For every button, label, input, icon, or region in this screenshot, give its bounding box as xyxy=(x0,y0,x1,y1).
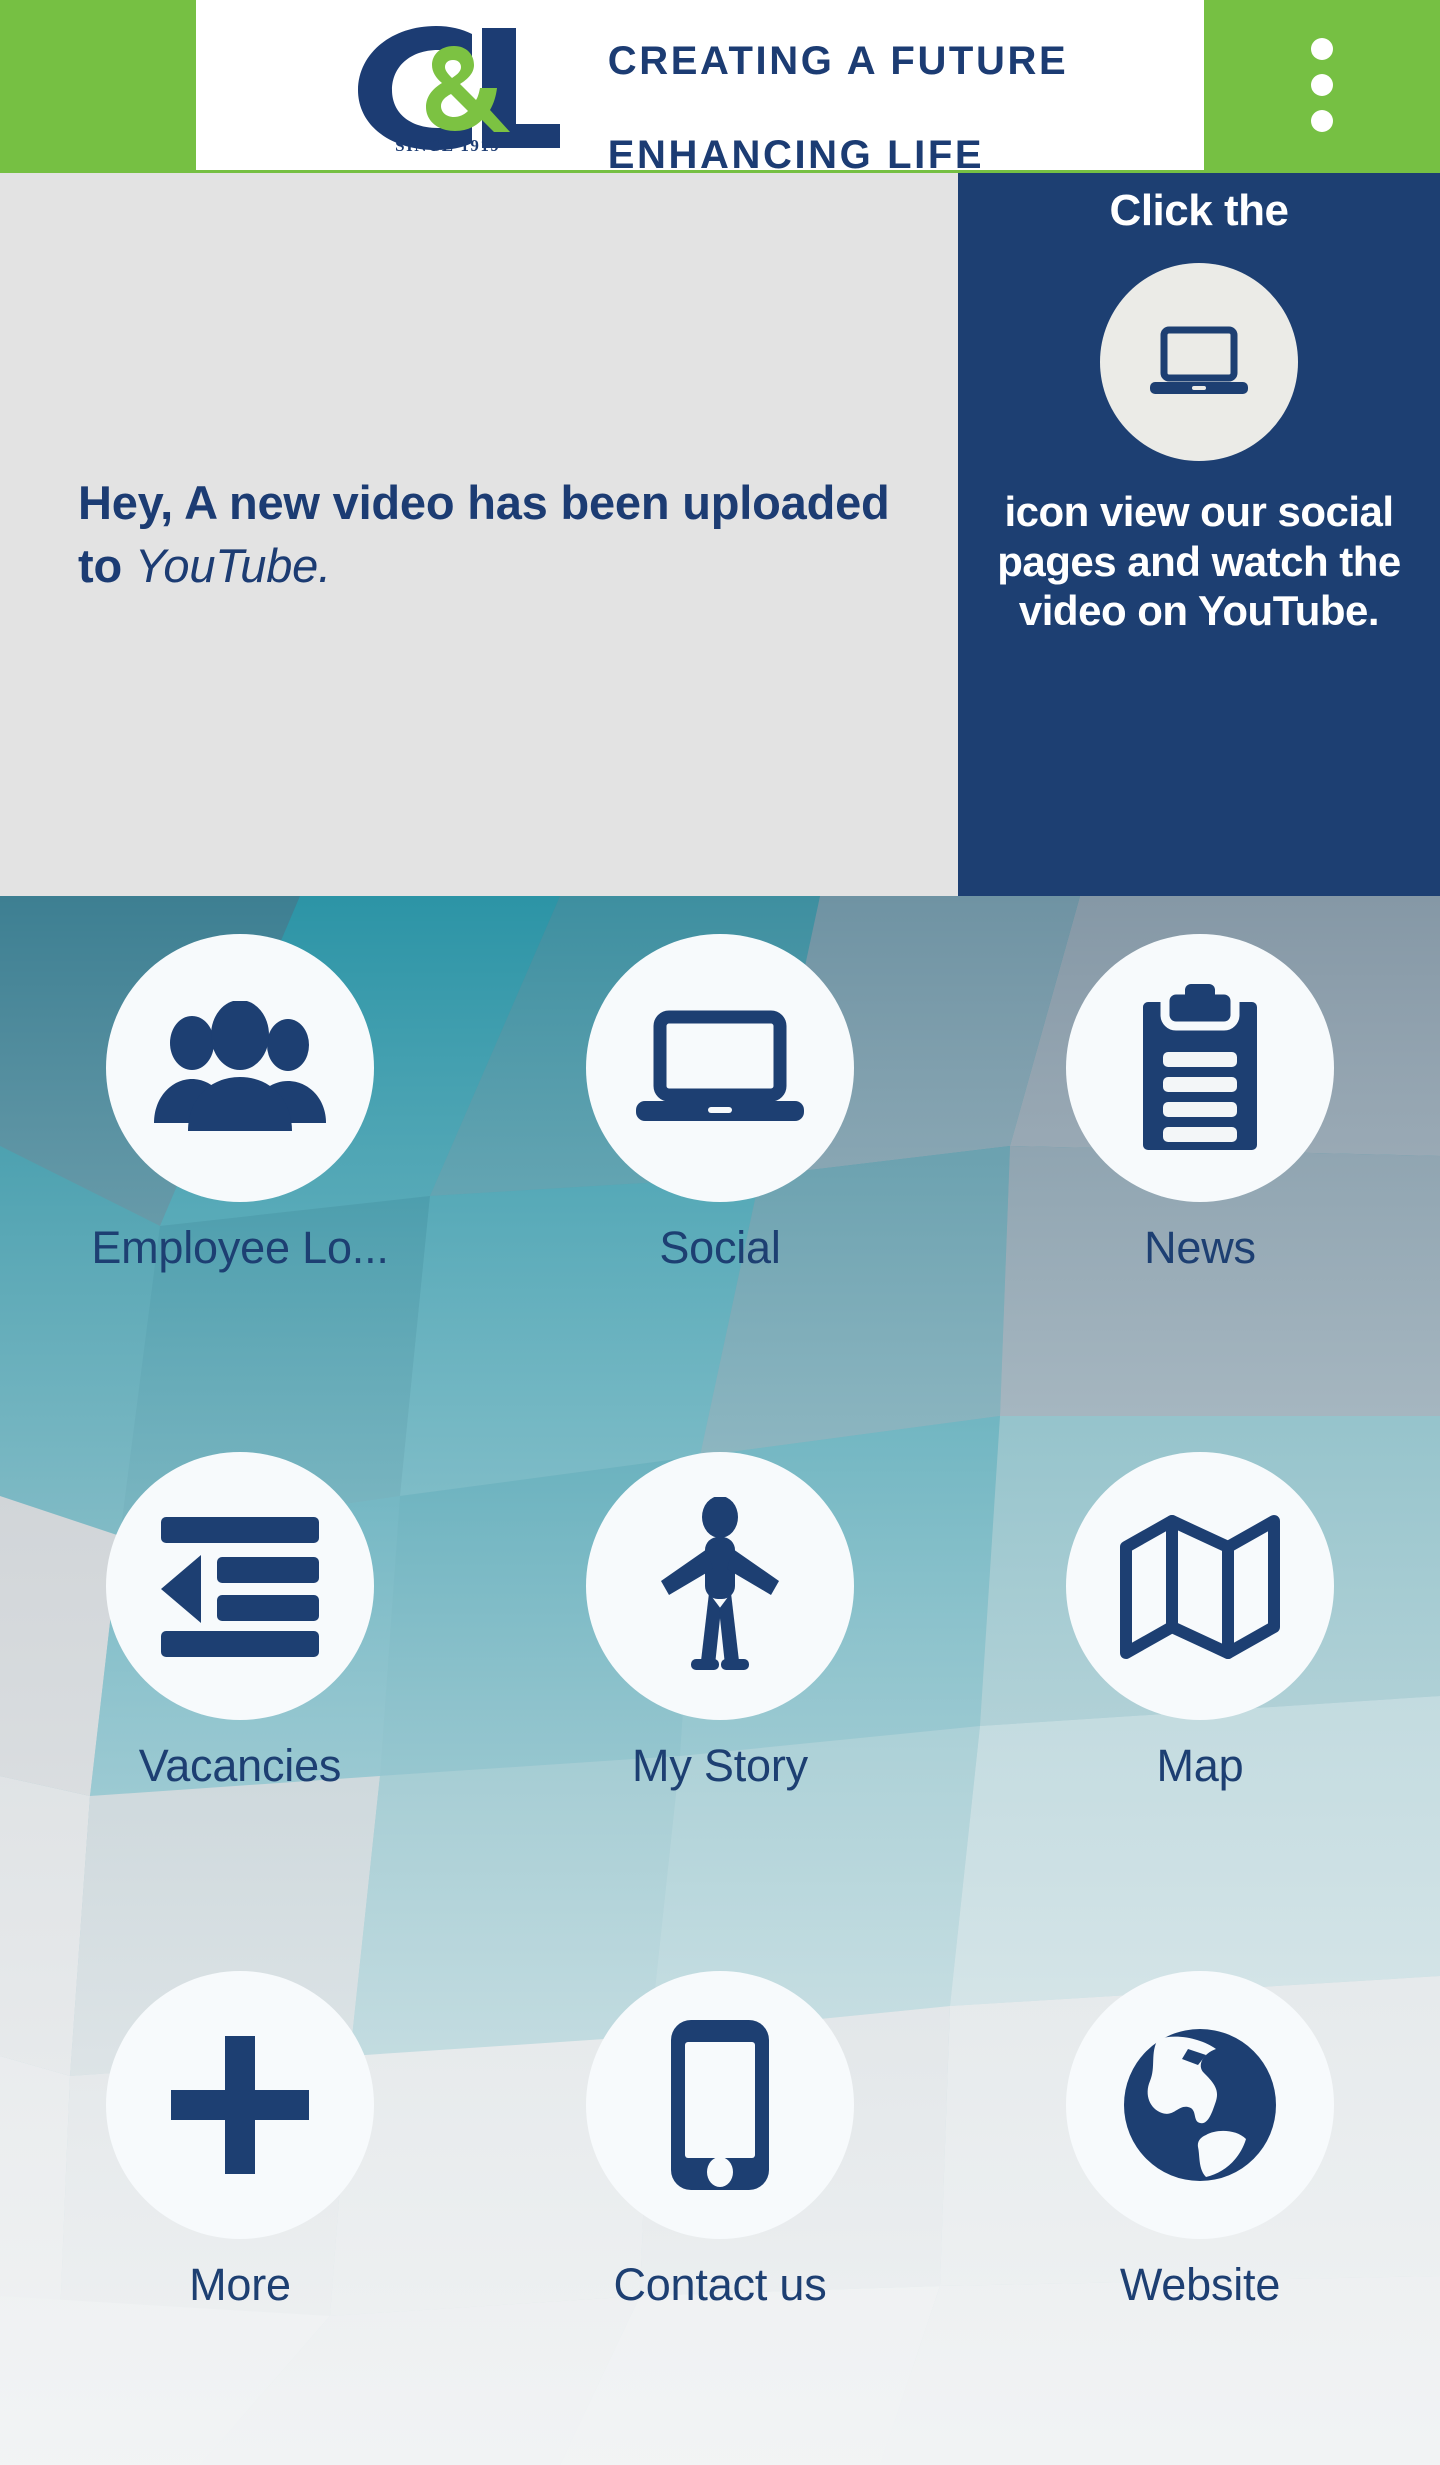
menu-tile-label: Employee Lo... xyxy=(91,1222,389,1273)
promo-top-text: Click the xyxy=(1109,186,1289,235)
tile-icon-wrap xyxy=(586,1970,854,2239)
menu-grid-area: Employee Lo... Social News Vacancies My … xyxy=(0,896,1440,2465)
carousel-message: Hey, A new video has been uploaded to Yo… xyxy=(0,472,958,596)
menu-tile-label: Contact us xyxy=(613,2258,827,2310)
tile-icon-wrap xyxy=(106,1452,374,1721)
overflow-menu-icon xyxy=(1311,38,1333,60)
menu-tile-label: Map xyxy=(1156,1740,1244,1792)
company-logo: SINCE 1919 xyxy=(332,10,564,160)
mobile-phone-icon xyxy=(665,2016,775,2194)
promo-bottom-text: icon view our social pages and watch the… xyxy=(997,488,1401,635)
promo-panel: Click the icon view our social pages and… xyxy=(958,173,1440,896)
tile-icon-wrap xyxy=(1066,1452,1334,1721)
tagline-line-1: CREATING A FUTURE xyxy=(607,38,1069,83)
menu-tile-label: Vacancies xyxy=(138,1740,342,1792)
app-header: SINCE 1919 CREATING A FUTURE ENHANCING L… xyxy=(0,0,1440,177)
carousel-message-brand: YouTube. xyxy=(134,538,331,592)
menu-tile-contact-us[interactable]: Contact us xyxy=(480,1947,960,2465)
tagline-line-2: ENHANCING LIFE xyxy=(607,133,985,178)
promo-banner: Hey, A new video has been uploaded to Yo… xyxy=(0,173,1440,993)
logo-plate: SINCE 1919 CREATING A FUTURE ENHANCING L… xyxy=(196,0,1204,177)
plus-icon xyxy=(165,2030,315,2180)
menu-tile-employee-login[interactable]: Employee Lo... xyxy=(0,910,480,1428)
menu-tile-website[interactable]: Website xyxy=(960,1947,1440,2465)
menu-tile-map[interactable]: Map xyxy=(960,1428,1440,1946)
logo-since-text: SINCE 1919 xyxy=(395,136,501,155)
tile-icon-wrap xyxy=(106,934,374,1202)
menu-tile-label: News xyxy=(1144,1222,1256,1273)
person-standing-icon xyxy=(645,1497,795,1675)
overflow-menu-icon xyxy=(1311,74,1333,96)
indent-decrease-icon xyxy=(155,1511,325,1661)
laptop-icon xyxy=(630,1003,810,1133)
carousel-slide[interactable]: Hey, A new video has been uploaded to Yo… xyxy=(0,173,958,896)
tile-icon-wrap xyxy=(106,1970,374,2239)
people-group-icon xyxy=(150,1000,330,1136)
menu-tile-label: More xyxy=(189,2258,291,2310)
laptop-icon xyxy=(1144,320,1254,404)
menu-tile-more[interactable]: More xyxy=(0,1947,480,2465)
menu-tile-social[interactable]: Social xyxy=(480,910,960,1428)
globe-icon xyxy=(1120,2025,1280,2185)
menu-tile-label: Social xyxy=(659,1222,781,1273)
menu-tile-news[interactable]: News xyxy=(960,910,1440,1428)
header-tagline: CREATING A FUTURE ENHANCING LIFE xyxy=(608,0,1068,179)
menu-tile-label: Website xyxy=(1119,2258,1281,2310)
menu-tile-vacancies[interactable]: Vacancies xyxy=(0,1428,480,1946)
overflow-menu-icon xyxy=(1311,110,1333,132)
tile-icon-wrap xyxy=(1066,1970,1334,2239)
folded-map-icon xyxy=(1116,1511,1284,1661)
overflow-menu-button[interactable] xyxy=(1204,0,1440,170)
promo-laptop-button[interactable] xyxy=(1100,263,1298,462)
menu-tile-my-story[interactable]: My Story xyxy=(480,1428,960,1946)
app-screen: SINCE 1919 CREATING A FUTURE ENHANCING L… xyxy=(0,0,1440,2465)
menu-tile-label: My Story xyxy=(632,1740,808,1792)
tile-icon-wrap xyxy=(586,934,854,1202)
menu-grid: Employee Lo... Social News Vacancies My … xyxy=(0,896,1440,2465)
tile-icon-wrap xyxy=(1066,934,1334,1202)
clipboard-icon xyxy=(1135,984,1265,1152)
tile-icon-wrap xyxy=(586,1452,854,1721)
